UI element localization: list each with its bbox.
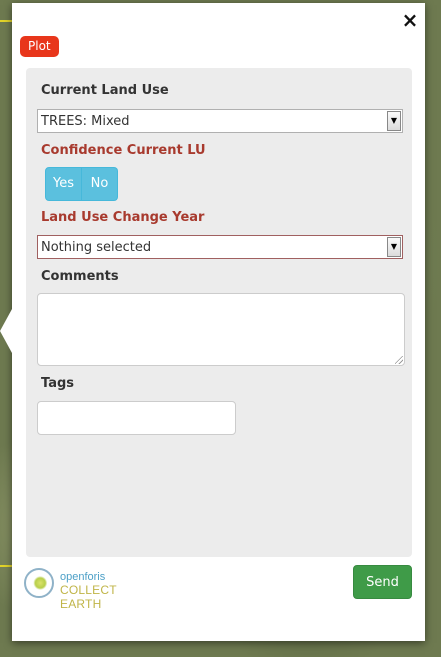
current-land-use-label: Current Land Use: [41, 83, 169, 98]
current-land-use-value: TREES: Mixed: [41, 114, 130, 129]
yes-button[interactable]: Yes: [45, 167, 82, 201]
comments-textarea[interactable]: [37, 293, 405, 366]
change-year-value: Nothing selected: [41, 240, 152, 255]
plot-tab[interactable]: Plot: [20, 36, 59, 57]
form-panel: Current Land Use TREES: Mixed ▼ Confiden…: [26, 68, 412, 557]
no-button[interactable]: No: [82, 167, 118, 201]
logo-text-top: openforis: [60, 571, 106, 583]
current-land-use-select[interactable]: TREES: Mixed ▼: [37, 109, 403, 133]
resize-grip-icon[interactable]: [395, 356, 403, 364]
comments-label: Comments: [41, 269, 119, 284]
change-year-select[interactable]: Nothing selected ▼: [37, 235, 403, 259]
logo-text-bottom: COLLECT EARTH: [60, 583, 117, 611]
tags-input[interactable]: [37, 401, 236, 435]
change-year-label: Land Use Change Year: [41, 210, 205, 225]
openforis-logo: openforis COLLECT EARTH: [24, 566, 149, 611]
openforis-logo-icon: [24, 568, 54, 598]
send-button[interactable]: Send: [353, 565, 412, 599]
chevron-down-icon[interactable]: ▼: [387, 237, 401, 257]
close-icon[interactable]: ×: [401, 10, 419, 30]
confidence-label: Confidence Current LU: [41, 143, 206, 158]
tags-label: Tags: [41, 376, 75, 391]
plot-popup: × Plot Current Land Use TREES: Mixed ▼ C…: [0, 3, 425, 641]
chevron-down-icon[interactable]: ▼: [387, 111, 401, 131]
popup-pointer: [0, 309, 12, 353]
